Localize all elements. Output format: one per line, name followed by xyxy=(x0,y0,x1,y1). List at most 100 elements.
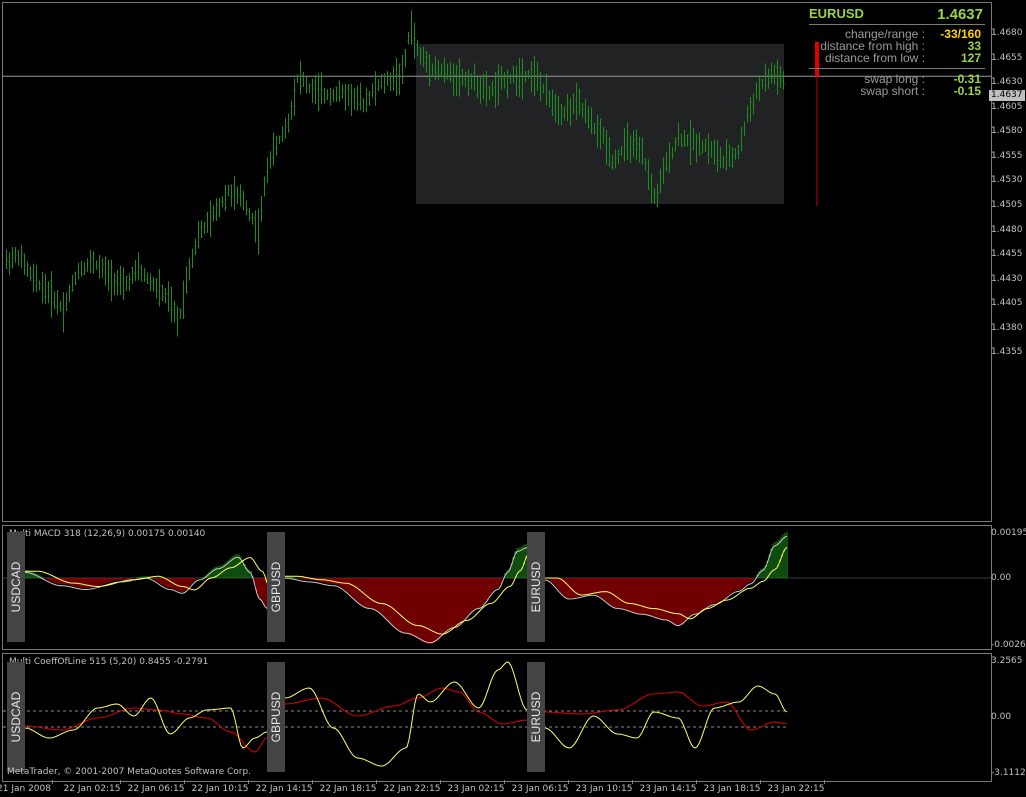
price-bar xyxy=(341,84,344,99)
price-bar xyxy=(326,89,329,100)
price-bar xyxy=(170,286,173,323)
time-axis-label: 23 Jan 02:15 xyxy=(447,784,505,794)
price-bar xyxy=(62,292,65,333)
info-separator xyxy=(809,68,985,69)
price-axis-label: 1.4630 xyxy=(991,77,1023,88)
price-bar xyxy=(386,70,389,86)
price-bar xyxy=(356,85,359,111)
price-bar xyxy=(80,260,83,277)
macd-symbol-label: EURUSD xyxy=(527,532,545,642)
change-value: -33 xyxy=(940,27,958,41)
price-bar xyxy=(239,184,242,207)
price-bar xyxy=(158,268,161,307)
price-bar xyxy=(353,88,356,110)
price-bar xyxy=(128,273,131,292)
time-axis-tick xyxy=(312,780,313,784)
price-bar xyxy=(104,256,107,286)
time-axis-label: 22 Jan 02:15 xyxy=(63,784,121,794)
price-bar xyxy=(113,272,116,296)
price-bar xyxy=(161,284,164,302)
info-separator xyxy=(809,24,985,25)
price-bar xyxy=(89,250,92,274)
price-bar xyxy=(254,210,257,243)
coeff-title: Multi CoeffOfLine 515 (5,20) 0.8455 -0.2… xyxy=(9,657,209,667)
macd-indicator-pane[interactable]: Multi MACD 318 (12,26,9) 0.00175 0.00140… xyxy=(2,525,992,650)
price-bar xyxy=(107,259,110,292)
time-axis-tick xyxy=(760,780,761,784)
coeff-canvas xyxy=(3,661,788,767)
price-bar xyxy=(260,196,263,222)
price-bar xyxy=(413,22,416,60)
info-value: -0.15 xyxy=(953,84,981,98)
time-axis-label: 22 Jan 14:15 xyxy=(255,784,313,794)
macd-axis-bottom: -0.00264 xyxy=(991,640,1026,650)
macd-canvas xyxy=(3,532,991,644)
price-bar xyxy=(116,269,119,296)
symbol-text: USDCAD xyxy=(9,561,23,613)
price-bar xyxy=(347,84,350,106)
price-bar xyxy=(95,260,98,270)
price-bar xyxy=(119,265,122,296)
time-axis-label: 23 Jan 10:15 xyxy=(575,784,633,794)
coeff-symbol-label: USDCAD xyxy=(7,662,25,772)
price-bar xyxy=(233,176,236,210)
price-bar xyxy=(290,100,293,120)
price-bar xyxy=(407,31,410,45)
price-bar xyxy=(167,281,170,312)
price-bar xyxy=(185,266,188,294)
symbol-text: EURUSD xyxy=(529,561,543,613)
price-bar xyxy=(272,132,275,166)
price-bar xyxy=(215,198,218,221)
time-axis-label: 21 Jan 2008 xyxy=(0,784,51,794)
time-axis-tick xyxy=(632,780,633,784)
price-bar xyxy=(296,74,299,84)
time-axis-tick xyxy=(120,780,121,784)
price-bar xyxy=(212,205,215,222)
price-bar xyxy=(110,259,113,302)
price-bar xyxy=(395,57,398,97)
price-bar xyxy=(194,238,197,256)
time-axis-label: 22 Jan 10:15 xyxy=(191,784,249,794)
price-bar xyxy=(125,275,128,291)
price-bar xyxy=(248,207,251,222)
price-bar xyxy=(146,272,149,285)
time-axis-tick xyxy=(504,780,505,784)
symbol-text: GBPUSD xyxy=(269,561,283,613)
price-bar xyxy=(98,254,101,279)
price-bar xyxy=(404,48,407,68)
price-chart-pane[interactable]: EURUSD 1.4637 change/range : -33/160 dis… xyxy=(2,2,992,522)
price-bar xyxy=(59,300,62,312)
price-bar xyxy=(245,200,248,216)
price-bar xyxy=(143,268,146,282)
time-axis-tick xyxy=(568,780,569,784)
coeff-symbol-label: GBPUSD xyxy=(267,662,285,772)
time-axis-tick xyxy=(52,780,53,784)
macd-series-USDCAD xyxy=(24,554,268,609)
price-bar xyxy=(299,60,302,95)
price-bar xyxy=(47,281,50,304)
coeff-axis-zero: 0.00 xyxy=(991,712,1012,722)
price-bar xyxy=(317,73,320,112)
price-bar xyxy=(281,126,284,143)
info-row-swap-short: swap short : -0.15 xyxy=(809,85,985,97)
price-bar xyxy=(14,247,17,263)
price-bar xyxy=(266,157,269,183)
price-bar xyxy=(293,78,296,116)
price-bar xyxy=(377,78,380,92)
current-price-tag: 1.4637 xyxy=(989,90,1025,101)
time-axis-label: 22 Jan 18:15 xyxy=(319,784,377,794)
price-bar xyxy=(308,83,311,94)
coeff-axis-bottom: -3.1112 xyxy=(991,768,1026,778)
coeff-indicator-pane[interactable]: Multi CoeffOfLine 515 (5,20) 0.8455 -0.2… xyxy=(2,653,992,782)
price-bar xyxy=(17,250,20,266)
price-bar xyxy=(137,252,140,281)
coeff-symbol-label: EURUSD xyxy=(527,662,545,772)
price-bar xyxy=(35,265,38,293)
price-bar xyxy=(134,260,137,281)
price-bar xyxy=(398,63,401,96)
price-bar xyxy=(8,252,11,276)
coeff-series-EURUSD xyxy=(544,685,788,749)
price-bar xyxy=(302,71,305,88)
price-bar xyxy=(401,54,404,84)
coeff-fast-line xyxy=(24,697,268,749)
